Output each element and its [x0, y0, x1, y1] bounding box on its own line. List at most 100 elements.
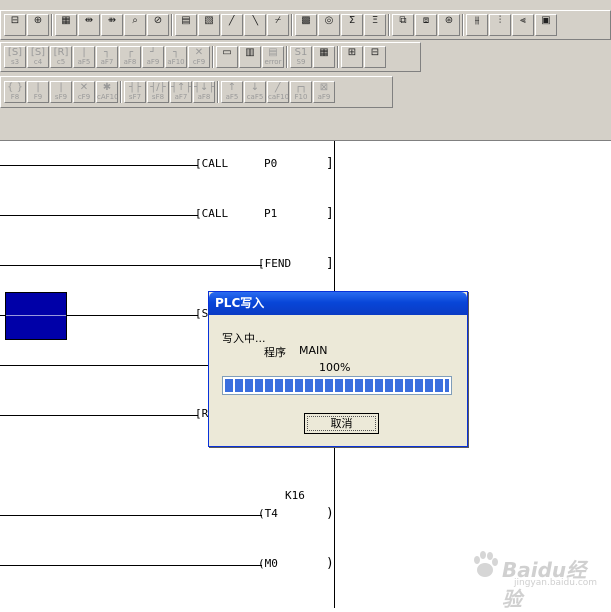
block-paste-icon[interactable]: ⊟ [364, 46, 386, 68]
rung-line [0, 215, 198, 216]
contact-a-icon[interactable]: ⫵ [466, 14, 488, 36]
printer-icon[interactable]: ▥ [239, 46, 261, 68]
line-draw-icon[interactable]: ╱ [221, 14, 243, 36]
toolbar-glyph: S1 [294, 47, 308, 58]
online-monitor-icon[interactable]: ◎ [318, 14, 340, 36]
rung-close-bracket: ] [326, 256, 334, 271]
s1-s9-icon[interactable]: S1 S9 [290, 46, 312, 68]
toolbar-glyph: | [59, 82, 63, 93]
ladder-mode-icon[interactable]: ▦ [55, 14, 77, 36]
toolbar-glyph: ▣ [541, 15, 551, 26]
rung-close-bracket: ] [326, 156, 334, 171]
contact-sf7-icon[interactable]: ┤├ sF7 [124, 81, 146, 103]
invert-caf10-icon[interactable]: ╱ caF10 [267, 81, 289, 103]
toolbar-glyph: ▦ [61, 15, 71, 26]
toolbar-key-label: c5 [56, 58, 66, 66]
sort-desc-icon[interactable]: Ξ [364, 14, 386, 36]
toolbar-separator [291, 14, 293, 36]
toolbar-glyph: ↑ [227, 82, 237, 93]
rung-close-paren: ) [326, 506, 334, 521]
contact-af7-icon[interactable]: ┤↑├ aF7 [170, 81, 192, 103]
toolbar-key-label: aF7 [100, 58, 114, 66]
toolbar-separator [171, 14, 173, 36]
vline-af5-icon[interactable]: | aF5 [73, 46, 95, 68]
line-af10-icon[interactable]: ┐ aF10 [165, 46, 187, 68]
window-restore-icon[interactable]: ⧉ [392, 14, 414, 36]
line-af9-icon[interactable]: ┘ aF9 [142, 46, 164, 68]
dialog-title[interactable]: PLC写入 [209, 292, 467, 315]
rung-instruction[interactable]: [S [195, 307, 208, 320]
toolbar-glyph: ⊟ [370, 47, 380, 58]
toolbar-glyph: ▭ [222, 47, 232, 58]
toolbar-glyph: Σ [348, 15, 356, 26]
device-icon[interactable]: ▤ [175, 14, 197, 36]
print-icon[interactable]: ▭ [216, 46, 238, 68]
toolbar-glyph: ▤ [181, 15, 191, 26]
f10-icon[interactable]: ┌┐ F10 [290, 81, 312, 103]
rung-constant[interactable]: K16 [285, 489, 305, 502]
toolbar-key-label: F8 [10, 93, 20, 101]
af9-icon[interactable]: ⊠ aF9 [313, 81, 335, 103]
line-delete-icon[interactable]: ⌿ [267, 14, 289, 36]
rise-af5-icon[interactable]: ↑ aF5 [221, 81, 243, 103]
rung-instruction[interactable]: [CALL [195, 207, 228, 220]
sort-asc-icon[interactable]: Σ [341, 14, 363, 36]
hline-af8-icon[interactable]: ┌ aF8 [119, 46, 141, 68]
toolbar-glyph: ⊞ [347, 47, 357, 58]
baidu-watermark: Baidu经验 jingyan.baidu.com [462, 548, 602, 611]
contact-b-icon[interactable]: ⫶ [489, 14, 511, 36]
rung-line [0, 565, 262, 566]
diagnose-icon[interactable]: ⊛ [438, 14, 460, 36]
contact-sf9-icon[interactable]: | sF9 [50, 81, 72, 103]
rung-operand[interactable]: P0 [264, 157, 277, 170]
toolbar-row-3: { } F8 | F9 | sF9 ✕ cF9 ✱ cAF10 ┤├ sF7 ┤/├ sF8 ┤↑├ aF7 ┤… [0, 79, 392, 105]
toolbar-key-label: aF9 [146, 58, 160, 66]
cancel-button[interactable]: 取消 [304, 413, 379, 434]
toolbar-glyph: ┤/├ [150, 82, 166, 93]
fall-caf5-icon[interactable]: ↓ caF5 [244, 81, 266, 103]
watermark-url: jingyan.baidu.com [514, 578, 598, 588]
cross-caf10-icon[interactable]: ✱ cAF10 [96, 81, 118, 103]
toolbar-glyph: ⊘ [153, 15, 163, 26]
window-new-icon[interactable]: ⧈ [415, 14, 437, 36]
device-comment-icon[interactable]: ▧ [198, 14, 220, 36]
contact-f9-icon[interactable]: | F9 [27, 81, 49, 103]
contact-c-icon[interactable]: ⫷ [512, 14, 534, 36]
program-name: MAIN [299, 344, 328, 357]
rung-operand[interactable]: P1 [264, 207, 277, 220]
toolbar-glyph: ⫶ [498, 15, 502, 26]
hline-af7-icon[interactable]: ┐ aF7 [96, 46, 118, 68]
toolbar-glyph: ⊟ [10, 15, 20, 26]
find-icon[interactable]: ⌕ [124, 14, 146, 36]
rung-instruction[interactable]: [FEND [258, 257, 291, 270]
block-cut-icon[interactable]: ⊞ [341, 46, 363, 68]
cross-cf9-icon[interactable]: ✕ cF9 [188, 46, 210, 68]
rung-instruction[interactable]: (M0 [258, 557, 278, 570]
rung-instruction[interactable]: [CALL [195, 157, 228, 170]
rung-delete-icon[interactable]: ⇻ [101, 14, 123, 36]
line-edit-icon[interactable]: ╲ [244, 14, 266, 36]
dev-icon[interactable]: ▦ [313, 46, 335, 68]
write-status-text: 写入中... [222, 332, 266, 345]
replace-icon[interactable]: ⊘ [147, 14, 169, 36]
cross-cf9b-icon[interactable]: ✕ cF9 [73, 81, 95, 103]
toolbar-glyph: ◎ [324, 15, 334, 26]
contact-sf8-icon[interactable]: ┤/├ sF8 [147, 81, 169, 103]
contact-c4-icon[interactable]: [S] c4 [27, 46, 49, 68]
rung-instruction[interactable]: (T4 [258, 507, 278, 520]
output-f8-icon[interactable]: { } F8 [4, 81, 26, 103]
error-icon[interactable]: ▤ error [262, 46, 284, 68]
rung-insert-icon[interactable]: ⇹ [78, 14, 100, 36]
ladder-cursor[interactable] [5, 292, 67, 340]
contact-no-icon[interactable]: [S] s3 [4, 46, 26, 68]
toolbar-key-label: F9 [33, 93, 43, 101]
toolbar-key-label: sF8 [151, 93, 165, 101]
toolbar-key-label: aF8 [123, 58, 137, 66]
screen-icon[interactable]: ▣ [535, 14, 557, 36]
rung-instruction[interactable]: [R [195, 407, 208, 420]
block-icon[interactable]: ▩ [295, 14, 317, 36]
contact-c5-icon[interactable]: [R] c5 [50, 46, 72, 68]
contact-af8-icon[interactable]: ┤↓├ aF8 [193, 81, 215, 103]
zoom-icon[interactable]: ⊕ [27, 14, 49, 36]
monitor-icon[interactable]: ⊟ [4, 14, 26, 36]
